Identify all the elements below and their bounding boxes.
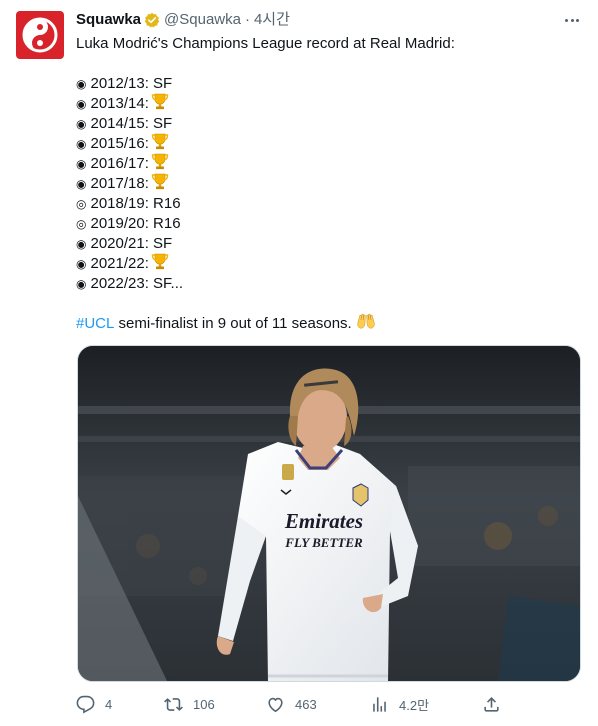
- record-line: ◉ 2022/23: SF...: [76, 274, 582, 294]
- record-line: ◉ 2017/18:: [76, 173, 582, 196]
- record-bullet: ◉: [76, 237, 87, 251]
- views-chart-icon: [373, 696, 386, 712]
- record-text: 2022/23: SF...: [90, 275, 184, 292]
- author-name[interactable]: Squawka: [76, 10, 141, 30]
- sponsor-text-line2: FLY BETTER: [284, 535, 363, 550]
- more-options-icon[interactable]: [563, 11, 581, 29]
- trophy-icon: [151, 93, 169, 116]
- record-line: ◉ 2020/21: SF: [76, 234, 582, 254]
- trophy-icon: [151, 253, 169, 276]
- record-line: ◉ 2016/17:: [76, 153, 582, 174]
- verified-badge-icon[interactable]: [144, 12, 160, 28]
- record-text: 2015/16:: [90, 135, 149, 152]
- summary-text: semi-finalist in 9 out of 11 seasons.: [114, 315, 352, 332]
- intro-line: Luka Modrić's Champions League record at…: [76, 35, 455, 52]
- separator-dot: ·: [244, 11, 250, 28]
- share-button[interactable]: [482, 690, 501, 718]
- record-bullet: ◉: [76, 177, 87, 191]
- record-line: ◉ 2013/14:: [76, 93, 582, 116]
- like-count: 463: [295, 696, 317, 712]
- like-button[interactable]: 463: [266, 690, 317, 718]
- record-text: 2016/17:: [90, 155, 149, 172]
- avatar[interactable]: [16, 11, 64, 59]
- record-bullet: ◉: [76, 117, 87, 131]
- record-bullet: ◎: [76, 197, 87, 211]
- record-line: ◎ 2019/20: R16: [76, 214, 582, 234]
- record-bullet: ◉: [76, 277, 87, 291]
- author-handle[interactable]: @Squawka: [164, 10, 241, 30]
- record-line: ◎ 2018/19: R16: [76, 194, 582, 214]
- share-icon: [484, 696, 499, 712]
- record-text: 2018/19: R16: [90, 195, 181, 212]
- tweet-text: Luka Modrić's Champions League record at…: [76, 34, 582, 334]
- record-bullet: ◉: [76, 97, 87, 111]
- trophy-icon: [151, 173, 169, 196]
- record-bullet: ◉: [76, 157, 87, 171]
- retweet-icon: [164, 697, 183, 711]
- record-bullet: ◉: [76, 137, 87, 151]
- reply-button[interactable]: 4: [76, 690, 112, 718]
- retweet-count: 106: [193, 696, 215, 712]
- timestamp[interactable]: 4시간: [254, 10, 290, 30]
- record-text: 2020/21: SF: [90, 235, 173, 252]
- record-line: ◉ 2021/22:: [76, 253, 582, 276]
- retweet-button[interactable]: 106: [164, 690, 215, 718]
- heart-icon: [268, 697, 283, 712]
- record-text: 2021/22:: [90, 255, 149, 272]
- views-button[interactable]: 4.2만: [370, 690, 429, 718]
- summary-line: #UCL semi-finalist in 9 out of 11 season…: [76, 312, 582, 336]
- record-bullet: ◎: [76, 217, 87, 231]
- record-text: 2012/13: SF: [90, 75, 173, 92]
- record-line: ◉ 2012/13: SF: [76, 74, 582, 94]
- raising-hands-icon: [356, 312, 376, 336]
- record-bullet: ◉: [76, 77, 87, 91]
- record-text: 2019/20: R16: [90, 215, 181, 232]
- record-text: 2017/18:: [90, 175, 149, 192]
- action-bar: 4 106 463 4.2만: [76, 690, 506, 718]
- view-count: 4.2만: [399, 697, 430, 713]
- tweet-photo[interactable]: Emirates FLY BETTER: [77, 345, 581, 682]
- squawka-logo-icon: [22, 17, 58, 53]
- reply-count: 4: [105, 696, 113, 712]
- record-bullet: ◉: [76, 257, 87, 271]
- record-line: ◉ 2015/16:: [76, 133, 582, 154]
- record-text: 2013/14:: [90, 95, 149, 112]
- player-photo: Emirates FLY BETTER: [78, 346, 580, 681]
- tweet-header: Squawka @Squawka · 4시간: [76, 10, 290, 30]
- record-text: 2014/15: SF: [90, 115, 173, 132]
- tweet[interactable]: Squawka @Squawka · 4시간 Luka Modrić's Cha…: [0, 0, 598, 726]
- record-list: ◉ 2012/13: SF ◉ 2013/14: ◉ 2014/15: SF ◉ 2015/1…: [76, 74, 582, 294]
- record-line: ◉ 2014/15: SF: [76, 114, 582, 134]
- sponsor-text-line1: Emirates: [284, 509, 363, 533]
- reply-icon: [76, 695, 95, 714]
- hashtag-link[interactable]: #UCL: [76, 314, 114, 334]
